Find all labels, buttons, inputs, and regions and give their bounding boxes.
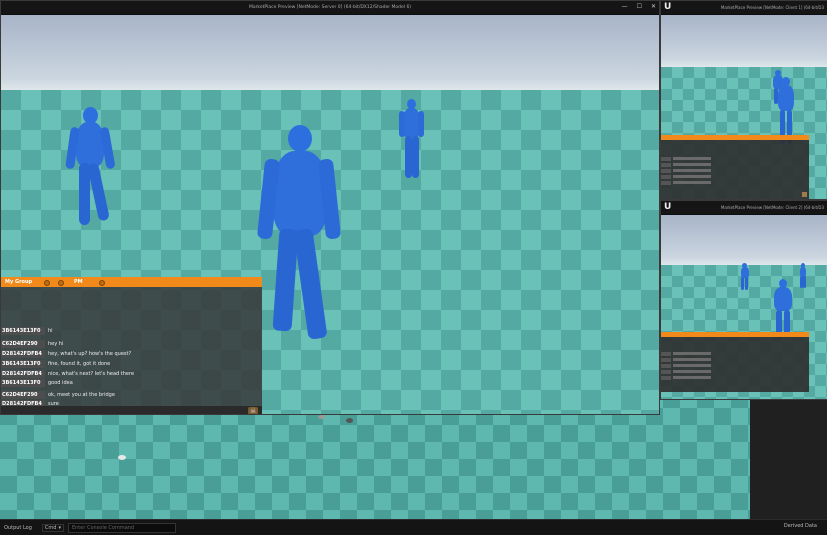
close-icon[interactable]: ✕ bbox=[651, 3, 656, 10]
sky bbox=[661, 15, 827, 67]
tab-indicator-icon bbox=[99, 280, 105, 286]
sky bbox=[661, 215, 827, 265]
console-command-input[interactable]: Enter Console Command bbox=[67, 522, 176, 533]
chat-sender: 3B6143E13F0 bbox=[1, 360, 45, 368]
chat-text: nice, what's next? let's head there bbox=[48, 371, 135, 377]
chat-message: D28142FDFB4 nice, what's next? let's hea… bbox=[1, 370, 134, 378]
client2-preview-window[interactable]: U MarketPlace Preview [NetMode: Client 2… bbox=[660, 200, 827, 400]
chat-sender: C62D4EF290 bbox=[1, 391, 45, 399]
chat-message: C62D4EF290 ok, meet you at the bridge bbox=[1, 391, 115, 399]
mannequin-character bbox=[256, 125, 342, 345]
client2-titlebar[interactable]: U MarketPlace Preview [NetMode: Client 2… bbox=[661, 201, 827, 214]
emoji-button-icon[interactable] bbox=[802, 192, 807, 197]
unreal-logo-icon: U bbox=[664, 2, 672, 12]
list-item bbox=[661, 369, 809, 374]
chat-message: 3B6143E13F0 hi bbox=[1, 327, 53, 335]
chat-sender: C62D4EF290 bbox=[1, 340, 45, 348]
list-item bbox=[661, 156, 809, 161]
chat-message: 3B6143E13F0 good idea bbox=[1, 379, 73, 387]
mannequin-character bbox=[65, 107, 127, 232]
client1-title: MarketPlace Preview [NetMode: Client 1] … bbox=[720, 5, 824, 10]
mannequin-character bbox=[771, 279, 795, 339]
list-item bbox=[661, 168, 809, 173]
sky bbox=[1, 15, 659, 90]
tab-pm[interactable]: PM bbox=[74, 279, 83, 285]
cmd-label: Cmd bbox=[44, 524, 57, 531]
main-window-title: MarketPlace Preview [NetMode: Server 0] … bbox=[248, 5, 412, 10]
unreal-logo-icon: U bbox=[664, 202, 672, 212]
mini-tab-bar bbox=[661, 332, 809, 337]
chevron-down-icon: ▾ bbox=[58, 524, 61, 531]
chat-tab-bar: My Group PM bbox=[1, 277, 262, 287]
chat-message: D28142FDFB4 hey, what's up? how's the qu… bbox=[1, 350, 131, 358]
list-item bbox=[661, 180, 809, 185]
chat-text: good idea bbox=[48, 380, 73, 386]
chat-sender: 3B6143E13F0 bbox=[1, 327, 45, 335]
main-game-scene[interactable]: My Group PM 3B6143E13F0 hi C62D4EF290 he… bbox=[1, 15, 659, 414]
list-item bbox=[661, 162, 809, 167]
client1-chat-panel[interactable] bbox=[661, 135, 809, 199]
chat-text: hey hi bbox=[48, 341, 64, 347]
chat-message: C62D4EF290 hey hi bbox=[1, 340, 63, 348]
tab-indicator-icon bbox=[58, 280, 64, 286]
mini-tab-bar bbox=[661, 135, 809, 140]
chat-input[interactable] bbox=[1, 406, 262, 414]
tab-my-group[interactable]: My Group bbox=[5, 279, 32, 285]
main-window-titlebar[interactable]: MarketPlace Preview [NetMode: Server 0] … bbox=[1, 1, 659, 14]
chat-text: hi bbox=[48, 328, 53, 334]
cmd-dropdown[interactable]: Cmd ▾ bbox=[41, 523, 64, 532]
chat-message: 3B6143E13F0 fine, found it, got it done bbox=[1, 360, 110, 368]
chat-sender: 3B6143E13F0 bbox=[1, 379, 45, 387]
chat-text: hey, what's up? how's the quest? bbox=[48, 351, 132, 357]
chat-text: ok, meet you at the bridge bbox=[48, 392, 115, 398]
mannequin-character bbox=[399, 99, 427, 184]
editor-side-panel bbox=[750, 398, 827, 519]
client2-game-scene[interactable] bbox=[661, 215, 827, 399]
list-item bbox=[661, 363, 809, 368]
client2-chat-panel[interactable] bbox=[661, 332, 809, 392]
list-item bbox=[661, 174, 809, 179]
skull-emoji-icon[interactable]: ☠ bbox=[248, 407, 258, 414]
client1-titlebar[interactable]: U MarketPlace Preview [NetMode: Client 1… bbox=[661, 1, 827, 14]
chat-sender: D28142FDFB4 bbox=[1, 370, 45, 378]
derived-data-button[interactable]: Derived Data bbox=[784, 523, 817, 529]
chat-text: fine, found it, got it done bbox=[48, 361, 111, 367]
list-item bbox=[661, 351, 809, 356]
client2-title: MarketPlace Preview [NetMode: Client 2] … bbox=[720, 205, 824, 210]
mannequin-character bbox=[739, 263, 751, 291]
tab-indicator-icon bbox=[44, 280, 50, 286]
chat-panel[interactable]: My Group PM 3B6143E13F0 hi C62D4EF290 he… bbox=[1, 277, 262, 414]
mannequin-marker bbox=[118, 455, 126, 460]
minimize-icon[interactable]: — bbox=[622, 3, 628, 10]
client1-game-scene[interactable] bbox=[661, 15, 827, 199]
mannequin-marker bbox=[346, 418, 353, 423]
main-preview-window[interactable]: MarketPlace Preview [NetMode: Server 0] … bbox=[0, 0, 660, 415]
mannequin-character bbox=[799, 263, 807, 289]
chat-sender: D28142FDFB4 bbox=[1, 350, 45, 358]
list-item bbox=[661, 357, 809, 362]
mannequin-marker bbox=[318, 415, 325, 419]
client1-preview-window[interactable]: U MarketPlace Preview [NetMode: Client 1… bbox=[660, 0, 827, 200]
editor-status-bar: Output Log Cmd ▾ Enter Console Command D… bbox=[0, 519, 827, 535]
output-log-button[interactable]: Output Log bbox=[4, 525, 32, 531]
list-item bbox=[661, 375, 809, 380]
maximize-icon[interactable]: ☐ bbox=[637, 3, 642, 10]
